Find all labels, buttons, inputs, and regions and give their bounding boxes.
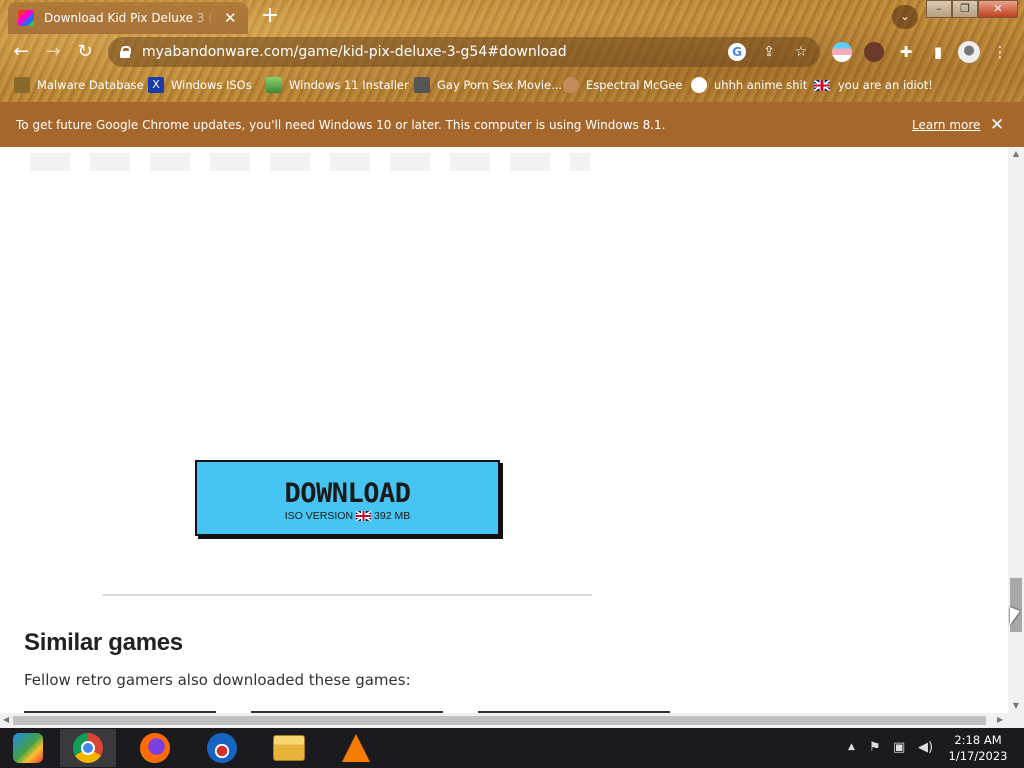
start-icon (13, 733, 43, 763)
similar-games-subtitle: Fellow retro gamers also downloaded thes… (24, 671, 411, 689)
vlc-icon (342, 734, 370, 762)
taskbar-file-explorer[interactable] (261, 729, 317, 767)
back-arrow-icon[interactable]: ← (8, 39, 34, 65)
bookmark-you-are-an-idiot[interactable]: you are an idiot! (811, 76, 933, 94)
bookmark-label: uhhh anime shit (714, 78, 808, 92)
profile-extension-icon[interactable] (864, 42, 884, 62)
uk-flag-icon (356, 510, 372, 521)
face-icon (563, 77, 579, 93)
folder-icon (14, 77, 30, 93)
toolbar: ← → ↻ myabandonware.com/game/kid-pix-del… (0, 34, 1024, 70)
tray-overflow-icon[interactable]: ▲ (848, 742, 855, 752)
page-viewport: DOWNLOAD ISO VERSION 392 MB Similar game… (0, 147, 1008, 713)
tab-title: Download Kid Pix Deluxe 3 (Windows) (44, 11, 216, 25)
bookmark-windows-isos[interactable]: X Windows ISOs (148, 76, 252, 94)
clock-time: 2:18 AM (954, 733, 1002, 747)
scroll-left-arrow-icon[interactable]: ◀ (3, 715, 9, 724)
file-explorer-icon (273, 735, 305, 761)
bookmark-label: Windows 11 Installer (289, 78, 409, 92)
start-button[interactable] (0, 729, 56, 767)
browser-frame: Download Kid Pix Deluxe 3 (Windows) ✕ + … (0, 0, 1024, 102)
address-bar[interactable]: myabandonware.com/game/kid-pix-deluxe-3-… (108, 37, 820, 67)
tab-close-icon[interactable]: ✕ (224, 9, 237, 27)
bookmark-label: Malware Database (37, 78, 144, 92)
flag-icon (814, 79, 830, 91)
similar-games-heading: Similar games (24, 629, 183, 656)
trans-flag-extension-icon[interactable] (832, 42, 852, 62)
extensions-puzzle-icon[interactable]: ✚ (896, 42, 916, 62)
bookmark-label: Espectral McGee (586, 78, 683, 92)
download-label: DOWNLOAD (284, 477, 411, 509)
bookmark-site[interactable]: Gay Porn Sex Movie... (414, 76, 562, 94)
menu-kebab-icon[interactable]: ⋮ (990, 42, 1010, 62)
site-icon (414, 77, 430, 93)
bookmark-anime[interactable]: uhhh anime shit (691, 76, 807, 94)
version-label: ISO VERSION (284, 509, 354, 522)
obama-icon (207, 733, 237, 763)
forward-arrow-icon[interactable]: → (40, 39, 66, 65)
profile-avatar-icon[interactable]: ● (958, 41, 980, 63)
mouse-cursor-icon (1010, 607, 1020, 625)
bookmarks-bar: Malware Database X Windows ISOs Windows … (0, 70, 1024, 100)
bookmark-label: Gay Porn Sex Movie... (437, 78, 563, 92)
horizontal-scrollbar[interactable]: ◀ ▶ (0, 713, 1024, 728)
taskbar-firefox[interactable] (127, 729, 183, 767)
reload-icon[interactable]: ↻ (72, 39, 98, 65)
file-size: 392 MB (374, 509, 411, 522)
scroll-up-arrow-icon[interactable]: ▲ (1012, 149, 1020, 158)
faded-text-strip (30, 153, 590, 171)
learn-more-link[interactable]: Learn more (912, 118, 980, 132)
bookmark-windows-11-installer[interactable]: Windows 11 Installer (266, 76, 409, 94)
kid-pix-favicon-icon (18, 10, 34, 26)
bookmark-label: you are an idiot! (838, 78, 933, 92)
share-icon[interactable]: ⇪ (760, 43, 778, 61)
action-center-flag-icon[interactable]: ⚑ (869, 740, 881, 755)
minimize-button[interactable]: – (926, 0, 952, 18)
taskbar: ▲ ⚑ ▣ ◀) 2:18 AM 1/17/2023 (0, 728, 1024, 768)
anime-icon (691, 77, 707, 93)
info-bar-close-icon[interactable]: ✕ (990, 115, 1004, 135)
chrome-icon (73, 733, 103, 763)
section-divider (102, 594, 592, 596)
bookmark-star-icon[interactable]: ☆ (792, 43, 810, 61)
new-tab-button[interactable]: + (258, 4, 282, 28)
clock-date: 1/17/2023 (948, 749, 1008, 763)
url-text[interactable]: myabandonware.com/game/kid-pix-deluxe-3-… (142, 44, 567, 60)
download-button[interactable]: DOWNLOAD ISO VERSION 392 MB (195, 460, 500, 536)
bookmark-espectral-mcgee[interactable]: Espectral McGee (563, 76, 682, 94)
tab-search-icon[interactable]: ⌄ (892, 5, 918, 29)
bookmark-malware-database[interactable]: Malware Database (14, 76, 144, 94)
horizontal-scroll-thumb[interactable] (13, 716, 986, 725)
network-icon[interactable]: ▣ (893, 740, 905, 755)
taskbar-vlc[interactable] (328, 729, 384, 767)
side-panel-icon[interactable]: ▮ (928, 42, 948, 62)
download-details: ISO VERSION 392 MB (285, 510, 410, 522)
info-bar-message: To get future Google Chrome updates, you… (16, 117, 666, 132)
taskbar-chrome[interactable] (60, 729, 116, 767)
update-info-bar: To get future Google Chrome updates, you… (0, 102, 1024, 147)
lock-icon[interactable] (120, 46, 131, 58)
scroll-right-arrow-icon[interactable]: ▶ (997, 715, 1003, 724)
firefox-icon (140, 733, 170, 763)
taskbar-obama-app[interactable] (194, 729, 250, 767)
volume-icon[interactable]: ◀) (918, 740, 933, 755)
google-lens-icon[interactable]: G (728, 43, 746, 61)
restore-button[interactable]: ❐ (952, 0, 978, 18)
taskbar-clock[interactable]: 2:18 AM 1/17/2023 (946, 732, 1010, 764)
close-window-button[interactable]: ✕ (978, 0, 1018, 18)
tab-active[interactable]: Download Kid Pix Deluxe 3 (Windows) ✕ (8, 2, 248, 34)
scroll-down-arrow-icon[interactable]: ▼ (1012, 701, 1020, 710)
vertical-scrollbar[interactable]: ▲ ▼ (1008, 147, 1024, 713)
image-icon (266, 77, 282, 93)
x-icon: X (148, 77, 164, 93)
bookmark-label: Windows ISOs (171, 78, 252, 92)
tab-strip: Download Kid Pix Deluxe 3 (Windows) ✕ + … (0, 0, 1024, 34)
